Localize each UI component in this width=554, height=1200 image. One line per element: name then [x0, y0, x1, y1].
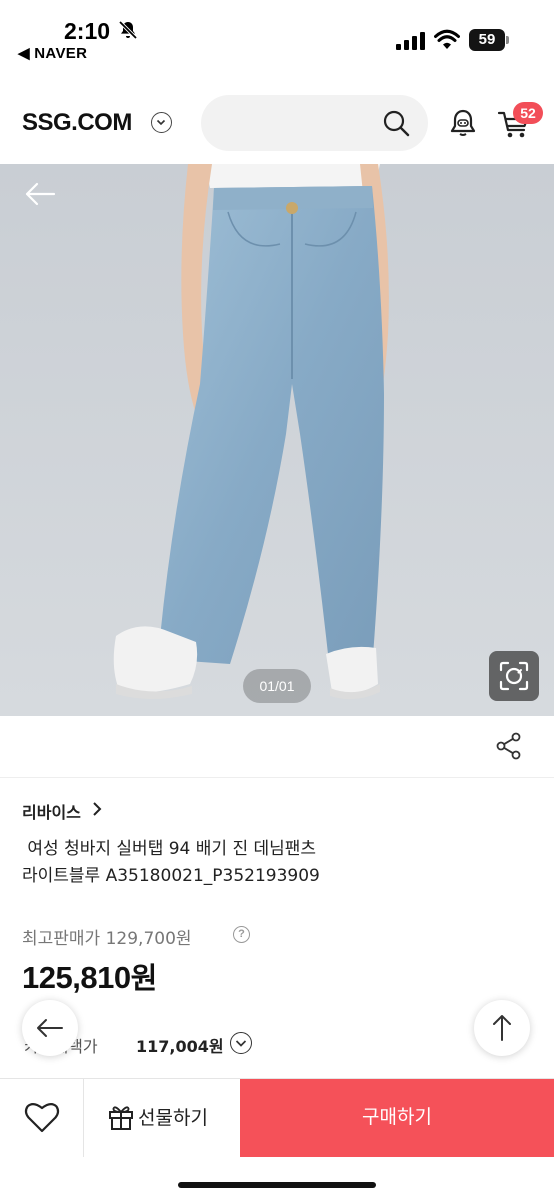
sale-price: 125,810원: [22, 955, 157, 997]
gift-button[interactable]: 선물하기: [84, 1079, 240, 1157]
chevron-down-icon: [156, 119, 166, 126]
bottom-action-bar: 선물하기 구매하기: [0, 1078, 554, 1157]
share-icon[interactable]: [496, 732, 522, 760]
share-row: [0, 716, 554, 778]
product-photo: [0, 164, 554, 716]
home-indicator: [178, 1182, 376, 1188]
ssg-logo[interactable]: SSG.COM: [22, 109, 132, 137]
bell-muted-icon: [118, 20, 138, 40]
floating-back-button[interactable]: [22, 1000, 78, 1056]
image-search-button[interactable]: [489, 651, 539, 701]
status-time: 2:10: [64, 18, 111, 44]
product-image-gallery[interactable]: 01/01: [0, 164, 554, 716]
site-switch-dropdown[interactable]: [151, 112, 172, 133]
question-help-icon[interactable]: ?: [233, 926, 250, 943]
search-icon[interactable]: [382, 109, 410, 137]
back-arrow-icon: [37, 1019, 63, 1037]
scroll-to-top-button[interactable]: [474, 1000, 530, 1056]
wifi-icon: [434, 29, 460, 49]
notification-bell-icon[interactable]: [448, 108, 478, 138]
cart-count-badge: 52: [513, 102, 543, 124]
image-page-indicator: 01/01: [243, 669, 311, 703]
gift-button-label: 선물하기: [138, 1107, 208, 1129]
cellular-signal-icon: [396, 32, 425, 50]
battery-indicator: 59: [469, 29, 509, 51]
heart-icon: [24, 1103, 60, 1133]
buy-button[interactable]: 구매하기: [240, 1079, 554, 1157]
max-selling-price: 최고판매가 129,700원: [22, 929, 192, 949]
battery-level: 59: [478, 31, 496, 48]
back-arrow-icon[interactable]: [24, 182, 56, 206]
app-header: SSG.COM 52: [0, 80, 554, 164]
arrow-up-icon: [493, 1015, 511, 1041]
like-button[interactable]: [0, 1079, 84, 1157]
sale-price-value: 125,810: [22, 960, 131, 995]
search-input[interactable]: [201, 95, 428, 151]
gift-icon: [109, 1106, 133, 1130]
chevron-right-icon[interactable]: [91, 801, 103, 817]
sale-price-unit: 원: [130, 961, 158, 995]
camera-lens-icon: [499, 661, 529, 691]
chevron-down-icon: [235, 1040, 247, 1047]
card-benefit-expand-button[interactable]: [230, 1032, 252, 1054]
product-title: 여성 청바지 실버탭 94 배기 진 데님팬츠 라이트블루 A35180021_…: [22, 839, 320, 886]
status-bar: 2:10 ◀ NAVER 59: [0, 0, 554, 80]
brand-link[interactable]: 리바이스: [22, 799, 81, 823]
back-to-app-link[interactable]: ◀ NAVER: [18, 44, 87, 62]
card-benefit-price: 117,004원: [136, 1037, 224, 1056]
